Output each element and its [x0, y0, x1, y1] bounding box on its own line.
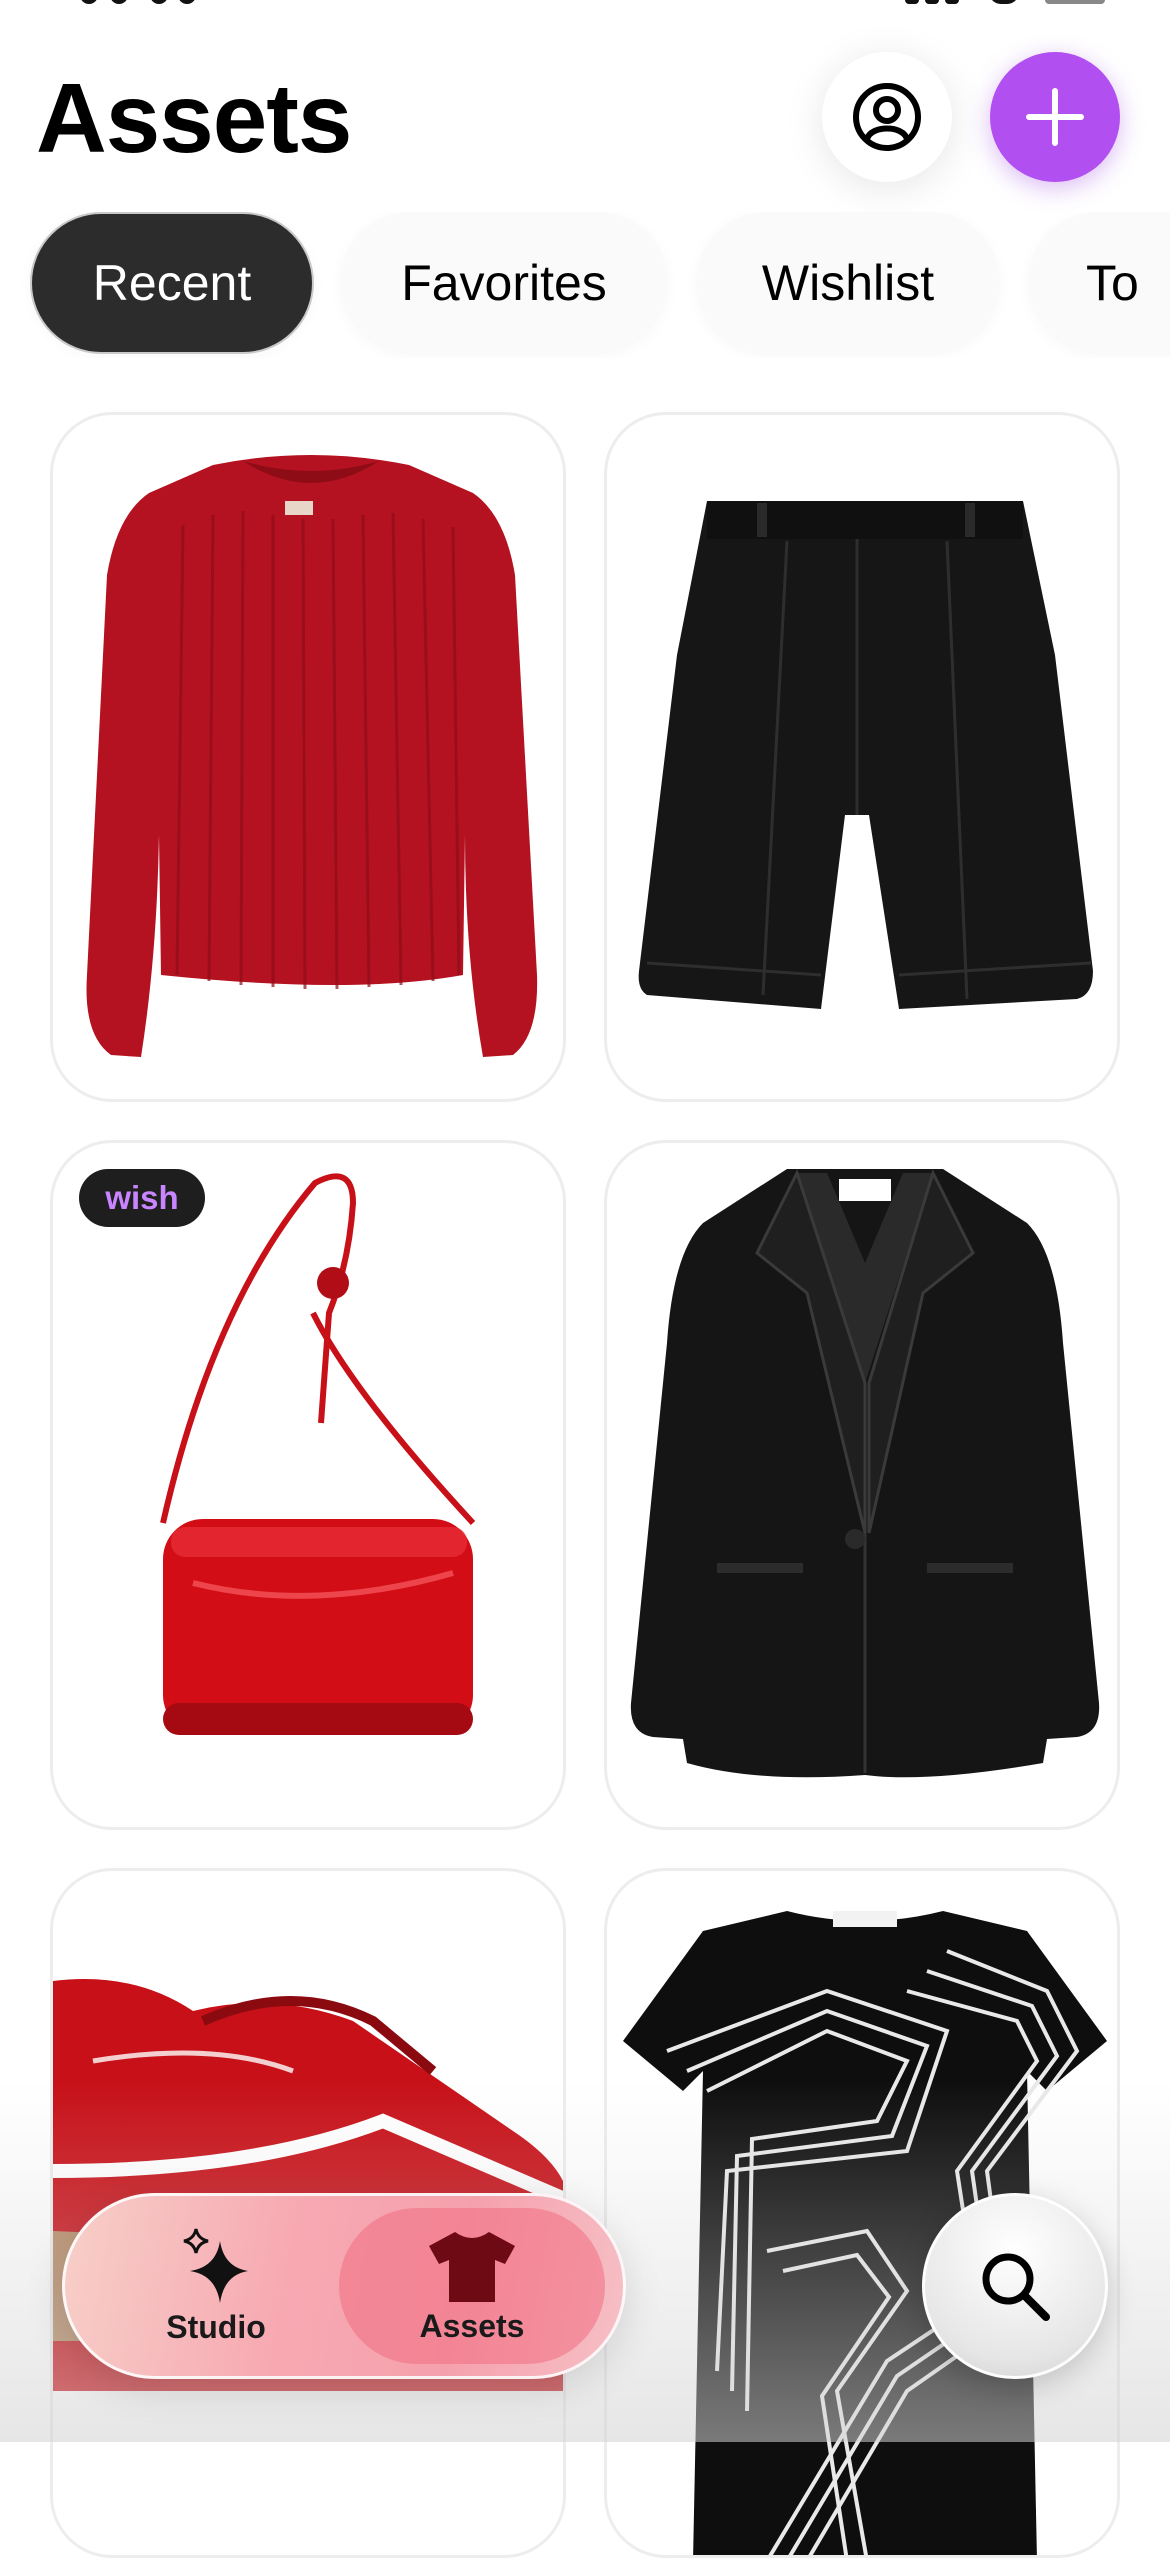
- sparkles-icon: [183, 2228, 248, 2303]
- status-icons: [905, 0, 1110, 6]
- tab-label: Wishlist: [761, 255, 935, 311]
- tabbar-item-assets[interactable]: Assets: [339, 2208, 605, 2364]
- tabbar-item-studio[interactable]: Studio: [83, 2208, 349, 2364]
- asset-card[interactable]: [50, 412, 566, 1102]
- asset-card[interactable]: [604, 1140, 1120, 1830]
- person-circle-icon: [853, 83, 921, 151]
- tab-favorites[interactable]: Favorites: [340, 212, 668, 354]
- asset-card[interactable]: wish: [50, 1140, 566, 1830]
- red-bag-image: [160, 1173, 476, 1735]
- wish-badge: wish: [79, 1169, 205, 1227]
- bottom-tab-bar: Studio Assets: [62, 2193, 626, 2379]
- tab-to[interactable]: To: [1028, 212, 1170, 354]
- page-title: Assets: [36, 63, 352, 173]
- status-time: [80, 0, 210, 6]
- black-shorts-image: [638, 501, 1093, 1009]
- profile-button[interactable]: [822, 52, 952, 182]
- tab-label: Recent: [92, 255, 252, 311]
- filter-tabs: Recent Favorites Wishlist To: [0, 212, 1170, 358]
- plus-icon: [1026, 88, 1084, 146]
- tab-label: To: [1086, 255, 1139, 311]
- tab-recent[interactable]: Recent: [30, 212, 314, 354]
- tabbar-label-assets: Assets: [419, 2307, 525, 2344]
- tabbar-label-studio: Studio: [166, 2308, 266, 2345]
- search-button[interactable]: [922, 2193, 1108, 2379]
- leather-blazer-image: [630, 1168, 1100, 1778]
- asset-card[interactable]: [604, 412, 1120, 1102]
- status-bar: [0, 0, 1170, 14]
- tab-label: Favorites: [401, 255, 607, 311]
- tshirt-icon: [429, 2231, 515, 2302]
- red-sweater-image: [86, 455, 538, 1057]
- add-asset-button[interactable]: [990, 52, 1120, 182]
- search-icon: [982, 2253, 1050, 2321]
- tab-wishlist[interactable]: Wishlist: [696, 212, 1000, 354]
